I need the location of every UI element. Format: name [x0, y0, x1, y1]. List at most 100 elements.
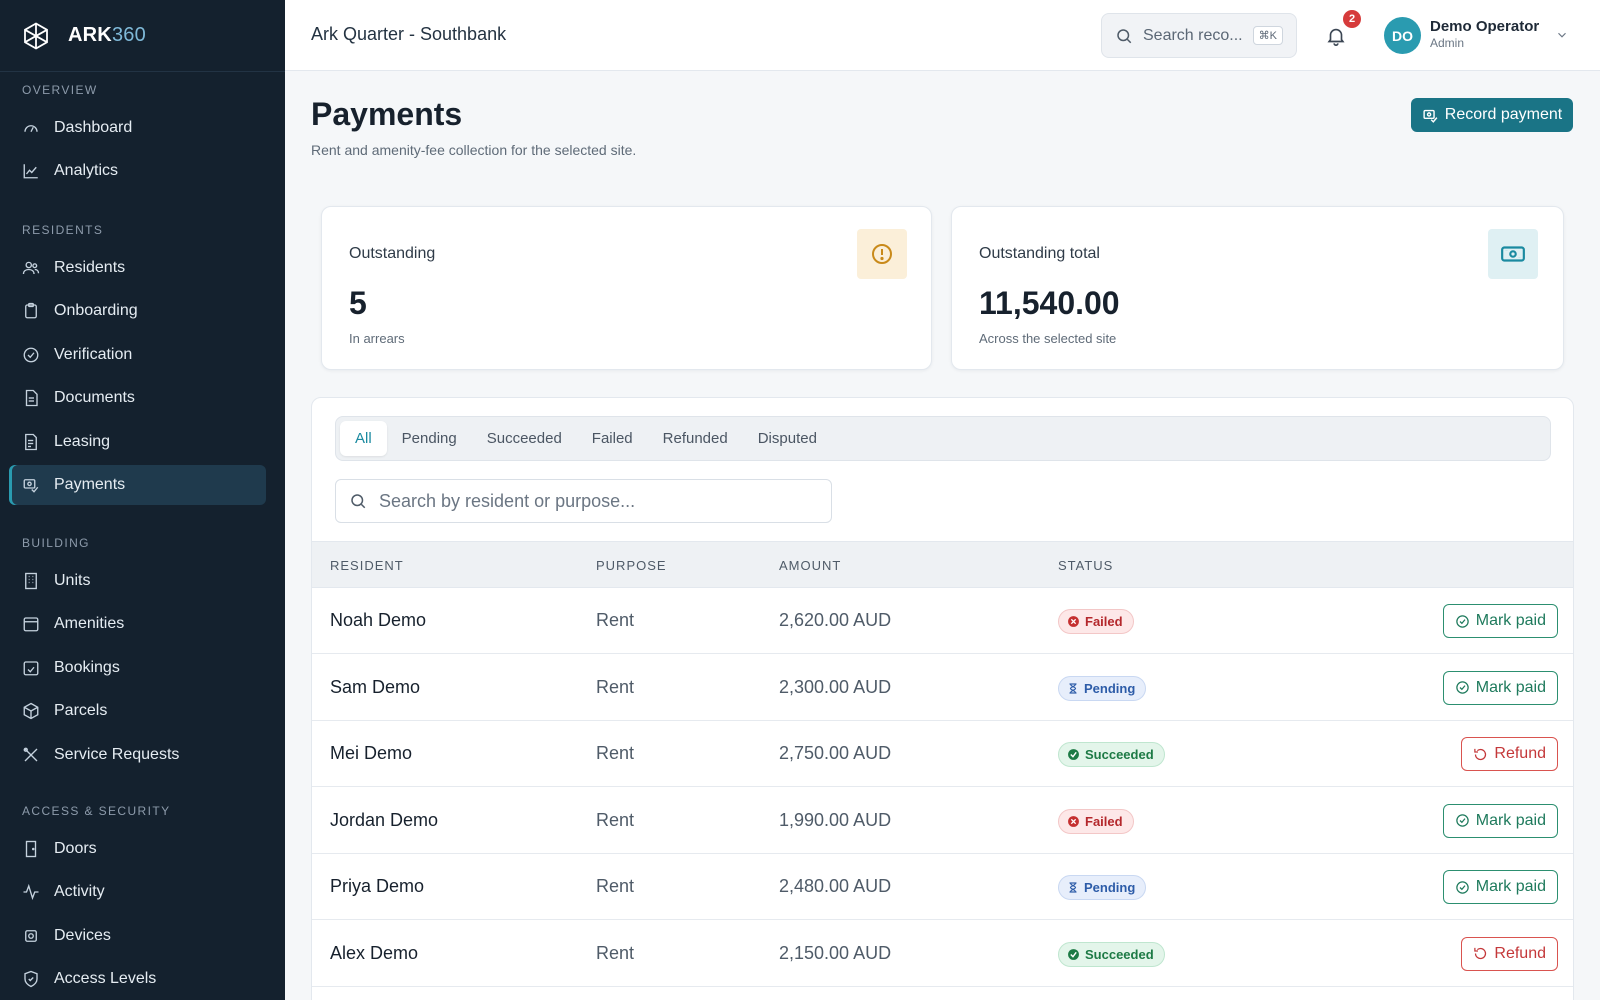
tab-failed[interactable]: Failed — [577, 421, 648, 456]
sidebar-item-label: Amenities — [54, 615, 125, 633]
mark-paid-button[interactable]: Mark paid — [1442, 670, 1558, 705]
sidebar-item-label: Analytics — [54, 162, 119, 180]
sidebar-item-amenities[interactable]: Amenities — [9, 604, 266, 644]
sidebar-item-onboarding[interactable]: Onboarding — [9, 291, 266, 331]
nav-section-label: ACCESS & SECURITY — [22, 804, 171, 818]
calendar-check-icon — [22, 659, 40, 677]
document-icon — [22, 389, 40, 407]
brand-name: ARK360 — [68, 24, 146, 46]
device-icon — [22, 927, 40, 945]
sidebar-item-analytics[interactable]: Analytics — [9, 151, 266, 191]
tab-all[interactable]: All — [340, 421, 387, 456]
package-icon — [22, 702, 40, 720]
resident-name[interactable]: Jordan Demo — [330, 810, 438, 831]
resident-name[interactable]: Alex Demo — [330, 943, 418, 964]
banknote-icon — [1488, 229, 1538, 279]
table-header: RESIDENT PURPOSE AMOUNT STATUS — [312, 541, 1573, 588]
users-icon — [22, 259, 40, 277]
mark-paid-button[interactable]: Mark paid — [1442, 803, 1558, 838]
tab-succeeded[interactable]: Succeeded — [472, 421, 577, 456]
tools-icon — [22, 746, 40, 764]
resident-name[interactable]: Noah Demo — [330, 610, 426, 631]
sidebar-item-label: Documents — [54, 389, 135, 407]
tab-refunded[interactable]: Refunded — [648, 421, 743, 456]
record-payment-button[interactable]: Record payment — [1411, 98, 1573, 132]
bell-icon[interactable] — [1325, 24, 1347, 48]
status-label: Failed — [1085, 614, 1123, 629]
activity-icon — [22, 883, 40, 901]
check-circle-icon — [1067, 748, 1080, 761]
tab-disputed[interactable]: Disputed — [743, 421, 832, 456]
action-label: Refund — [1494, 745, 1546, 762]
sidebar-item-payments[interactable]: Payments — [9, 465, 266, 505]
status-label: Failed — [1085, 813, 1123, 829]
notification-count-badge: 2 — [1343, 10, 1361, 28]
mark-paid-button[interactable]: Mark paid — [1442, 604, 1558, 638]
user-name[interactable]: Demo Operator — [1430, 18, 1539, 35]
global-search[interactable]: Search reco... ⌘K — [1101, 13, 1297, 58]
table-search[interactable] — [335, 479, 832, 523]
check-circle-icon — [1456, 681, 1469, 694]
resident-name[interactable]: Mei Demo — [330, 743, 412, 764]
payment-icon — [1423, 109, 1438, 123]
sidebar-item-service-requests[interactable]: Service Requests — [9, 735, 266, 775]
card-label: Outstanding total — [979, 245, 1100, 262]
table-row: Sam Demo Rent 2,300.00 AUD Pending Mark … — [312, 655, 1573, 721]
outstanding-card: Outstanding 5 In arrears — [321, 206, 932, 370]
resident-name[interactable]: Priya Demo — [330, 876, 424, 897]
sidebar-item-label: Doors — [54, 840, 97, 857]
table-row: Priya Demo Rent 2,480.00 AUD Pending Mar… — [312, 854, 1573, 920]
purpose: Rent — [596, 809, 635, 830]
card-label: Outstanding — [349, 245, 436, 262]
outstanding-total-card: Outstanding total 11,540.00 Across the s… — [951, 206, 1564, 370]
x-circle-icon — [1067, 815, 1080, 828]
sidebar-item-documents[interactable]: Documents — [9, 378, 266, 418]
resident-name[interactable]: Sam Demo — [330, 677, 420, 698]
sidebar-item-doors[interactable]: Doors — [9, 829, 266, 869]
calendar-icon — [22, 615, 40, 633]
status-label: Pending — [1084, 680, 1136, 696]
table-search-input[interactable] — [379, 490, 819, 512]
building-icon — [22, 572, 40, 590]
sidebar-item-bookings[interactable]: Bookings — [9, 648, 266, 688]
chevron-down-icon[interactable] — [1555, 28, 1569, 42]
sidebar-item-leasing[interactable]: Leasing — [9, 422, 266, 462]
site-title[interactable]: Ark Quarter - Southbank — [311, 24, 506, 45]
sidebar-item-verification[interactable]: Verification — [9, 335, 266, 375]
file-text-icon — [22, 433, 40, 451]
sidebar-item-label: Onboarding — [54, 302, 138, 320]
status-label: Succeeded — [1085, 946, 1154, 962]
refund-button[interactable]: Refund — [1461, 936, 1558, 971]
sidebar-item-units[interactable]: Units — [9, 561, 266, 601]
sidebar-item-label: Residents — [54, 259, 126, 276]
sidebar-item-devices[interactable]: Devices — [9, 916, 266, 956]
amount: 2,480.00 AUD — [779, 876, 892, 896]
record-payment-label: Record payment — [1444, 106, 1563, 123]
hourglass-icon — [1067, 881, 1079, 894]
hourglass-icon — [1067, 682, 1079, 695]
action-label: Mark paid — [1475, 678, 1546, 696]
tab-pending[interactable]: Pending — [387, 421, 472, 456]
avatar[interactable]: DO — [1384, 17, 1421, 54]
purpose: Rent — [596, 876, 635, 896]
global-search-placeholder: Search reco... — [1143, 26, 1243, 44]
refund-button[interactable]: Refund — [1461, 737, 1558, 771]
status-badge: Succeeded — [1058, 941, 1165, 967]
amount: 1,990.00 AUD — [779, 809, 892, 830]
status-badge: Pending — [1058, 875, 1147, 900]
sidebar-item-activity[interactable]: Activity — [9, 872, 266, 912]
purpose: Rent — [596, 942, 635, 963]
sidebar-item-access-levels[interactable]: Access Levels — [9, 959, 266, 999]
table-row: Mei Demo Rent 2,750.00 AUD Succeeded Ref… — [312, 721, 1573, 787]
sidebar-item-residents[interactable]: Residents — [9, 248, 266, 288]
column-header: STATUS — [1058, 558, 1114, 573]
sidebar-item-parcels[interactable]: Parcels — [9, 691, 266, 731]
sidebar-item-label: Activity — [54, 883, 105, 901]
brand[interactable]: ARK360 — [0, 0, 285, 72]
table-row: Jordan Demo Rent 1,990.00 AUD Failed Mar… — [312, 788, 1573, 854]
chart-line-icon — [22, 162, 40, 180]
mark-paid-button[interactable]: Mark paid — [1442, 870, 1558, 904]
sidebar-item-dashboard[interactable]: Dashboard — [9, 108, 266, 148]
nav-section-label: RESIDENTS — [22, 223, 104, 237]
sidebar: ARK360 OVERVIEW Dashboard Analytics RESI… — [0, 0, 285, 1000]
